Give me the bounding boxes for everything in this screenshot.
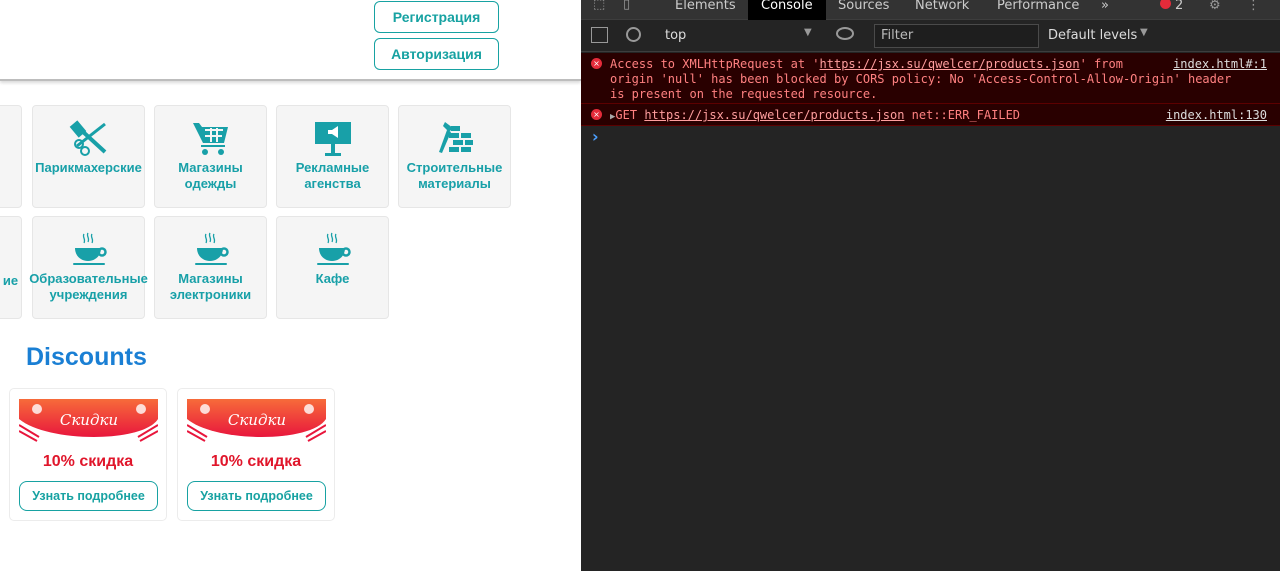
category-label: Образовательные учреждения <box>29 271 148 302</box>
discount-banner-image: Скидки <box>187 399 326 443</box>
billboard-icon <box>314 122 351 156</box>
clear-console-icon[interactable] <box>626 27 641 42</box>
category-label: ие <box>2 273 19 288</box>
discount-title: 10% скидка <box>42 453 134 470</box>
discounts-heading: Discounts <box>26 343 147 371</box>
console-error-get: × ▶GET https://jsx.su/qwelcer/products.j… <box>581 104 1280 126</box>
category-label: Рекламные агенства <box>295 160 370 191</box>
category-cafe[interactable]: Кафе <box>276 216 389 319</box>
brick-wall-icon <box>438 122 473 153</box>
web-page: Регистрация Авторизация ие Парикмахерски… <box>0 0 581 571</box>
learn-more-button[interactable]: Узнать подробнее <box>19 481 158 511</box>
source-link[interactable]: index.html:130 <box>1166 108 1267 123</box>
devtools-panel: ⬚ ▯ Elements Console Sources Network Per… <box>581 0 1280 571</box>
settings-gear-icon[interactable]: ⚙ <box>1209 0 1221 20</box>
category-electronics[interactable]: Магазины электроники <box>154 216 267 319</box>
error-url-link[interactable]: https://jsx.su/qwelcer/products.json <box>820 57 1080 71</box>
tab-sources[interactable]: Sources <box>838 0 889 20</box>
error-text: origin 'null' has been blocked by CORS p… <box>610 72 1232 86</box>
error-count-icon <box>1160 0 1171 9</box>
discount-card: Скидки 10% скидка Узнать подробнее <box>177 388 335 521</box>
login-button[interactable]: Авторизация <box>374 38 499 70</box>
devtools-tabbar: ⬚ ▯ Elements Console Sources Network Per… <box>581 0 1280 20</box>
scissors-comb-icon <box>69 120 106 156</box>
error-icon: × <box>591 58 602 69</box>
error-url-link[interactable]: https://jsx.su/qwelcer/products.json <box>644 108 904 122</box>
category-label: Кафе <box>315 271 350 286</box>
category-ad-agencies[interactable]: Рекламные агенства <box>276 105 389 208</box>
coffee-cup-icon <box>72 232 107 265</box>
more-tabs-icon[interactable]: » <box>1101 0 1109 20</box>
learn-more-button[interactable]: Узнать подробнее <box>187 481 326 511</box>
banner-text: Скидки <box>60 411 118 429</box>
discount-card: Скидки 10% скидка Узнать подробнее <box>9 388 167 521</box>
category-label: Магазины одежды <box>178 160 243 191</box>
coffee-cup-icon <box>316 232 351 265</box>
category-label: Парикмахерские <box>35 160 142 175</box>
error-text: is present on the requested resource. <box>610 87 878 101</box>
shopping-cart-icon <box>192 123 228 155</box>
category-education[interactable]: Образовательные учреждения <box>29 216 148 319</box>
eye-icon[interactable] <box>836 27 854 40</box>
tab-elements[interactable]: Elements <box>675 0 736 20</box>
tab-network[interactable]: Network <box>915 0 969 20</box>
inspect-element-icon[interactable]: ⬚ <box>593 0 605 12</box>
category-hairdressers[interactable]: Парикмахерские <box>32 105 145 208</box>
more-options-icon[interactable]: ⋮ <box>1247 0 1260 20</box>
filter-input[interactable]: Filter <box>874 24 1039 48</box>
source-link[interactable]: index.html#:1 <box>1173 57 1267 72</box>
register-button[interactable]: Регистрация <box>374 1 499 33</box>
coffee-cup-icon <box>194 232 229 265</box>
error-icon: × <box>591 109 602 120</box>
category-card-partial[interactable]: ие <box>0 216 22 319</box>
console-toolbar: top ▼ Filter Default levels ▼ <box>581 21 1280 52</box>
console-error-cors: × Access to XMLHttpRequest at 'https://j… <box>581 53 1280 104</box>
category-clothing-stores[interactable]: Магазины одежды <box>154 105 267 208</box>
category-label: Строительные материалы <box>406 160 503 191</box>
header: Регистрация Авторизация <box>0 0 581 81</box>
chevron-down-icon: ▼ <box>804 27 812 38</box>
console-prompt[interactable]: › <box>592 127 599 146</box>
category-label: Магазины электроники <box>169 271 252 302</box>
banner-text: Скидки <box>228 411 286 429</box>
error-count[interactable]: 2 <box>1175 0 1183 20</box>
tab-performance[interactable]: Performance <box>997 0 1079 20</box>
category-building-materials[interactable]: Строительные материалы <box>398 105 511 208</box>
tab-console[interactable]: Console <box>748 0 826 20</box>
category-card-partial[interactable] <box>0 105 22 208</box>
log-levels-dropdown[interactable]: Default levels <box>1048 28 1137 43</box>
discount-title: 10% скидка <box>210 453 302 470</box>
context-selector[interactable]: top <box>665 28 686 43</box>
device-toolbar-icon[interactable]: ▯ <box>623 0 630 12</box>
chevron-down-icon: ▼ <box>1140 27 1148 38</box>
sidebar-toggle-icon[interactable] <box>591 27 608 43</box>
discount-banner-image: Скидки <box>19 399 158 443</box>
